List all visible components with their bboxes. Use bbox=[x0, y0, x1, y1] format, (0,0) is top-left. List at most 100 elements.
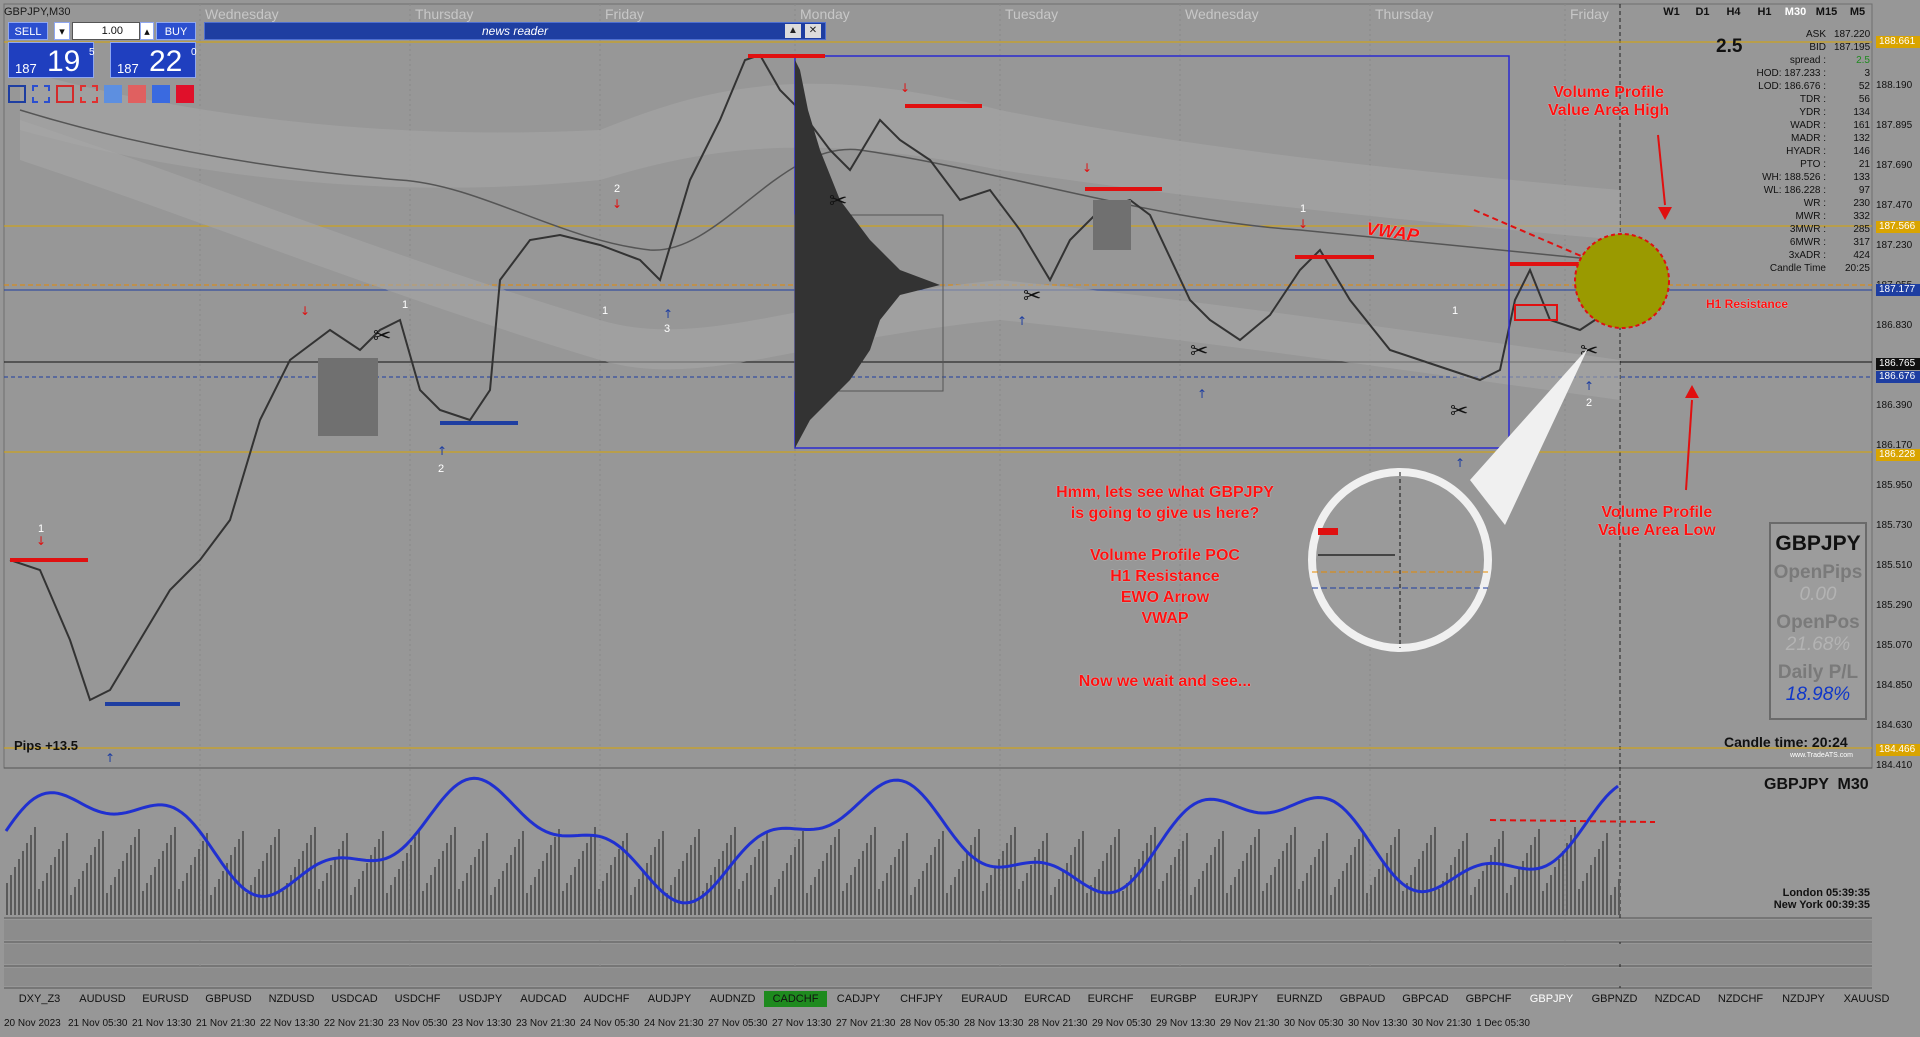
symbol-tab-dxy_z3[interactable]: DXY_Z3 bbox=[8, 991, 71, 1007]
volume-bar bbox=[618, 849, 620, 915]
symbol-tab-eurnzd[interactable]: EURNZD bbox=[1268, 991, 1331, 1007]
volume-bar bbox=[1138, 859, 1140, 915]
volume-bar bbox=[238, 839, 240, 915]
volume-bar bbox=[1166, 873, 1168, 915]
lot-up-icon[interactable]: ▴ bbox=[140, 22, 154, 40]
symbol-tab-usdjpy[interactable]: USDJPY bbox=[449, 991, 512, 1007]
volume-bar bbox=[282, 891, 284, 915]
volume-bar bbox=[522, 831, 524, 915]
volume-bar bbox=[1602, 841, 1604, 915]
sell-price-button[interactable]: 187 19 5 bbox=[8, 42, 95, 78]
open-pos-label: OpenPos bbox=[1776, 612, 1860, 633]
volume-bar bbox=[1434, 827, 1436, 915]
volume-bar bbox=[978, 829, 980, 915]
volume-bar bbox=[1534, 837, 1536, 915]
volume-bar bbox=[126, 853, 128, 915]
volume-bar bbox=[874, 827, 876, 915]
buy-button[interactable]: BUY bbox=[156, 22, 196, 40]
minimize-icon[interactable]: ▲ bbox=[785, 24, 801, 38]
symbol-tab-eurusd[interactable]: EURUSD bbox=[134, 991, 197, 1007]
stat-row: HOD: 187.233 :3 bbox=[1756, 68, 1870, 79]
symbol-tab-eurchf[interactable]: EURCHF bbox=[1079, 991, 1142, 1007]
symbol-tab-gbpcad[interactable]: GBPCAD bbox=[1394, 991, 1457, 1007]
svg-text:↑: ↑ bbox=[1017, 314, 1027, 328]
volume-bar bbox=[6, 883, 8, 915]
symbol-tab-audchf[interactable]: AUDCHF bbox=[575, 991, 638, 1007]
symbol-tab-nzdjpy[interactable]: NZDJPY bbox=[1772, 991, 1835, 1007]
price-axis[interactable]: 188.255188.190187.895187.690187.470187.2… bbox=[1872, 28, 1920, 771]
symbol-tab-audjpy[interactable]: AUDJPY bbox=[638, 991, 701, 1007]
volume-bar bbox=[686, 853, 688, 915]
volume-bar bbox=[1366, 893, 1368, 915]
vp-low-pointer bbox=[1685, 399, 1693, 491]
buy-price-button[interactable]: 187 22 0 bbox=[110, 42, 197, 78]
volume-bar bbox=[1298, 889, 1300, 915]
volume-bar bbox=[1458, 849, 1460, 915]
volume-bar bbox=[366, 863, 368, 915]
symbol-tab-euraud[interactable]: EURAUD bbox=[953, 991, 1016, 1007]
volume-bar bbox=[1050, 895, 1052, 915]
symbol-tab-cadchf[interactable]: CADCHF bbox=[764, 991, 827, 1007]
symbol-tab-gbpjpy[interactable]: GBPJPY bbox=[1520, 991, 1583, 1007]
symbol-tab-gbpaud[interactable]: GBPAUD bbox=[1331, 991, 1394, 1007]
symbol-tab-gbpnzd[interactable]: GBPNZD bbox=[1583, 991, 1646, 1007]
sell-button[interactable]: SELL bbox=[8, 22, 48, 40]
volume-bar bbox=[1102, 861, 1104, 915]
symbol-tab-usdcad[interactable]: USDCAD bbox=[323, 991, 386, 1007]
volume-bar bbox=[1042, 841, 1044, 915]
volume-bar bbox=[870, 835, 872, 915]
signal-number: 3 bbox=[664, 323, 670, 335]
symbol-tab-gbpchf[interactable]: GBPCHF bbox=[1457, 991, 1520, 1007]
volume-bar bbox=[1218, 839, 1220, 915]
symbol-tab-eurcad[interactable]: EURCAD bbox=[1016, 991, 1079, 1007]
volume-bar bbox=[330, 865, 332, 915]
color-swatch[interactable] bbox=[80, 85, 98, 103]
time-tick: 29 Nov 21:30 bbox=[1220, 1018, 1280, 1029]
volume-bar bbox=[1590, 865, 1592, 915]
symbol-tab-eurgbp[interactable]: EURGBP bbox=[1142, 991, 1205, 1007]
symbol-tab-nzdchf[interactable]: NZDCHF bbox=[1709, 991, 1772, 1007]
volume-bar bbox=[414, 837, 416, 915]
volume-bar bbox=[806, 893, 808, 915]
volume-bar bbox=[354, 887, 356, 915]
close-icon[interactable]: ✕ bbox=[805, 24, 821, 38]
color-swatch[interactable] bbox=[128, 85, 146, 103]
volume-bar bbox=[470, 865, 472, 915]
symbol-tab-gbpusd[interactable]: GBPUSD bbox=[197, 991, 260, 1007]
symbol-tab-chfjpy[interactable]: CHFJPY bbox=[890, 991, 953, 1007]
color-swatch[interactable] bbox=[56, 85, 74, 103]
volume-bar bbox=[674, 877, 676, 915]
symbol-tab-xauusd[interactable]: XAUUSD bbox=[1835, 991, 1898, 1007]
volume-bar bbox=[1190, 895, 1192, 915]
volume-bar bbox=[854, 867, 856, 915]
symbol-tab-nzdusd[interactable]: NZDUSD bbox=[260, 991, 323, 1007]
symbol-tab-nzdcad[interactable]: NZDCAD bbox=[1646, 991, 1709, 1007]
volume-bar bbox=[190, 865, 192, 915]
volume-bar bbox=[454, 827, 456, 915]
color-swatch[interactable] bbox=[32, 85, 50, 103]
color-swatch[interactable] bbox=[104, 85, 122, 103]
symbol-tab-usdchf[interactable]: USDCHF bbox=[386, 991, 449, 1007]
news-reader-window[interactable]: news reader ▲ ✕ bbox=[204, 22, 826, 40]
svg-text:✂: ✂ bbox=[829, 189, 847, 214]
color-swatch[interactable] bbox=[8, 85, 26, 103]
volume-bar bbox=[706, 883, 708, 915]
symbol-tab-eurjpy[interactable]: EURJPY bbox=[1205, 991, 1268, 1007]
symbol-tab-audnzd[interactable]: AUDNZD bbox=[701, 991, 764, 1007]
lot-size-input[interactable]: 1.00 bbox=[72, 22, 140, 40]
volume-bar bbox=[1482, 871, 1484, 915]
price-tag: 188.661 bbox=[1876, 36, 1920, 48]
volume-bar bbox=[478, 849, 480, 915]
lot-dropdown-icon[interactable]: ▾ bbox=[54, 22, 70, 40]
volume-bar bbox=[14, 867, 16, 915]
symbol-tab-audcad[interactable]: AUDCAD bbox=[512, 991, 575, 1007]
volume-bar bbox=[790, 855, 792, 915]
volume-bar bbox=[554, 837, 556, 915]
color-swatch[interactable] bbox=[152, 85, 170, 103]
volume-bar bbox=[1222, 831, 1224, 915]
color-swatch[interactable] bbox=[176, 85, 194, 103]
volume-bar bbox=[218, 879, 220, 915]
symbol-tab-cadjpy[interactable]: CADJPY bbox=[827, 991, 890, 1007]
symbol-tab-audusd[interactable]: AUDUSD bbox=[71, 991, 134, 1007]
volume-bar bbox=[1150, 835, 1152, 915]
